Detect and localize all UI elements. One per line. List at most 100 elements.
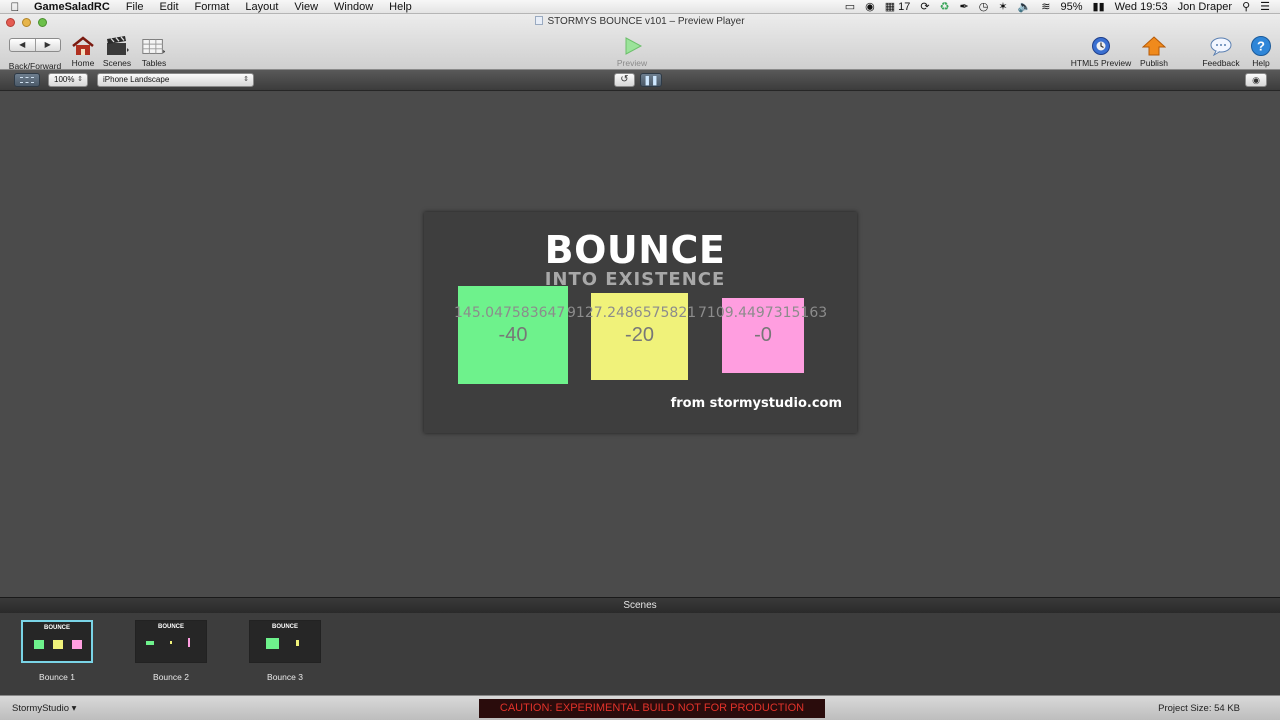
calendar-date: 17 (898, 1, 911, 13)
html5-preview-label: HTML5 Preview (1070, 58, 1132, 68)
device-select[interactable]: iPhone Landscape ⇕ (97, 73, 254, 87)
status-bar: StormyStudio ▾ CAUTION: EXPERIMENTAL BUI… (0, 695, 1280, 720)
menu-format[interactable]: Format (187, 1, 238, 13)
html5-preview-button[interactable]: HTML5 Preview (1068, 36, 1134, 68)
thumb-yellow-box (53, 640, 63, 649)
preview-canvas: BOUNCE INTO EXISTENCE -40 -20 -0 145.047… (0, 92, 1280, 597)
pause-icon: ❚❚ (643, 75, 659, 85)
device-value: iPhone Landscape (103, 75, 170, 84)
publish-arrow-icon (1141, 36, 1167, 56)
table-icon (141, 36, 167, 56)
thumb-title: BOUNCE (157, 624, 184, 630)
caution-banner: CAUTION: EXPERIMENTAL BUILD NOT FOR PROD… (479, 699, 825, 718)
camera-icon[interactable]: ◉ (865, 0, 875, 13)
home-icon (70, 36, 96, 56)
feedback-button[interactable]: Feedback (1200, 36, 1242, 68)
thumb-green-box (266, 638, 279, 649)
thumb-yellow-box (296, 640, 299, 646)
preview-options-bar: 100% ⇕ iPhone Landscape ⇕ ↺ ❚❚ ◉ (0, 70, 1280, 91)
thumb-pink-box (188, 638, 190, 647)
menu-edit[interactable]: Edit (152, 1, 187, 13)
preview-label: Preview (616, 58, 648, 68)
apple-menu-icon[interactable]:  (0, 0, 30, 14)
clock[interactable]: Wed 19:53 (1115, 1, 1168, 13)
window-title-text: STORMYS BOUNCE v101 – Preview Player (547, 16, 745, 27)
game-title: BOUNCE (544, 228, 726, 272)
help-icon: ? (1248, 36, 1274, 56)
thumb-green-box (34, 640, 44, 649)
preview-button[interactable]: Preview (612, 36, 652, 68)
scene-label: Bounce 2 (153, 672, 189, 682)
scenes-button[interactable]: Scenes (101, 36, 133, 68)
back-forward-control: ◀ ▶ Back/Forward (6, 36, 64, 71)
project-size: Project Size: 54 KB (1158, 703, 1240, 714)
speech-bubble-icon (1208, 36, 1234, 56)
home-label: Home (71, 58, 95, 68)
zoom-select[interactable]: 100% ⇕ (48, 73, 88, 87)
bounce-box-green[interactable]: -40 (458, 286, 568, 384)
menu-window[interactable]: Window (326, 1, 381, 13)
scene-label: Bounce 1 (39, 672, 75, 682)
recycle-icon[interactable]: ♻ (940, 0, 950, 13)
user-name[interactable]: Jon Draper (1178, 1, 1232, 13)
menu-file[interactable]: File (118, 1, 152, 13)
scene-thumbnail: BOUNCE (249, 620, 321, 663)
calendar-icon[interactable]: ▦ 17 (885, 0, 911, 13)
home-button[interactable]: Home (69, 36, 97, 68)
menu-app-name[interactable]: GameSaladRC (30, 1, 118, 13)
pause-button[interactable]: ❚❚ (640, 73, 662, 87)
battery-icon[interactable]: ▮▮ (1093, 0, 1105, 13)
scene-label: Bounce 3 (267, 672, 303, 682)
notification-center-icon[interactable]: ☰ (1260, 0, 1270, 13)
back-arrow-icon[interactable]: ◀ (10, 39, 35, 51)
menu-layout[interactable]: Layout (237, 1, 286, 13)
box-value: -40 (498, 324, 528, 346)
device-select-arrows-icon: ⇕ (243, 76, 249, 83)
reset-preview-button[interactable]: ↺ (614, 73, 635, 87)
wifi-icon[interactable]: ≋ (1041, 0, 1050, 13)
help-label: Help (1252, 58, 1270, 68)
box-readout: 9127.2486575821 (567, 305, 697, 321)
battery-level[interactable]: 95% (1060, 1, 1082, 13)
bluetooth-icon[interactable]: ✶ (998, 0, 1007, 13)
spotlight-search-icon[interactable]: ⚲ (1242, 0, 1250, 13)
account-name: StormyStudio (12, 703, 70, 714)
pen-icon[interactable]: ✒ (960, 0, 969, 13)
sync-icon[interactable]: ⟳ (920, 0, 929, 13)
screen-icon[interactable]: ▭ (845, 0, 855, 13)
mac-menubar:  GameSaladRC File Edit Format Layout Vi… (0, 0, 1280, 14)
thumb-green-box (146, 641, 154, 645)
scenes-panel-header: Scenes (0, 597, 1280, 613)
tables-label: Tables (141, 58, 167, 68)
scene-thumbnail: BOUNCE (21, 620, 93, 663)
box-readout: 7109.4497315163 (698, 305, 828, 321)
time-machine-icon[interactable]: ◷ (979, 0, 989, 13)
help-button[interactable]: ? Help (1248, 36, 1274, 68)
reset-icon: ↺ (620, 74, 629, 85)
svg-text:?: ? (1257, 39, 1265, 54)
device-toggle-button[interactable] (14, 73, 40, 87)
publish-button[interactable]: Publish (1137, 36, 1171, 68)
game-stage[interactable]: BOUNCE INTO EXISTENCE -40 -20 -0 145.047… (424, 212, 857, 433)
screenshot-button[interactable]: ◉ (1245, 73, 1267, 87)
menu-help[interactable]: Help (381, 1, 420, 13)
dropdown-arrow-icon: ▾ (71, 703, 77, 714)
play-icon (619, 36, 645, 56)
scene-item-bounce-2[interactable]: BOUNCE Bounce 2 (134, 620, 208, 682)
scenes-panel: BOUNCE Bounce 1 BOUNCE Bounce 2 BOUNCE B… (0, 613, 1280, 695)
scene-item-bounce-3[interactable]: BOUNCE Bounce 3 (248, 620, 322, 682)
box-value: -0 (754, 324, 772, 346)
volume-icon[interactable]: 🔈 (1018, 0, 1032, 13)
window-title: STORMYS BOUNCE v101 – Preview Player (0, 16, 1280, 27)
document-icon (535, 16, 544, 25)
box-readout: 145.047583647 (454, 305, 566, 321)
account-menu[interactable]: StormyStudio ▾ (12, 703, 76, 714)
tables-button[interactable]: Tables (137, 36, 171, 68)
thumb-title: BOUNCE (271, 624, 298, 630)
menu-view[interactable]: View (286, 1, 326, 13)
forward-arrow-icon[interactable]: ▶ (34, 39, 61, 51)
globe-icon (1088, 36, 1114, 56)
thumb-pink-box (72, 640, 82, 649)
scene-thumbnail: BOUNCE (135, 620, 207, 663)
scene-item-bounce-1[interactable]: BOUNCE Bounce 1 (20, 620, 94, 682)
